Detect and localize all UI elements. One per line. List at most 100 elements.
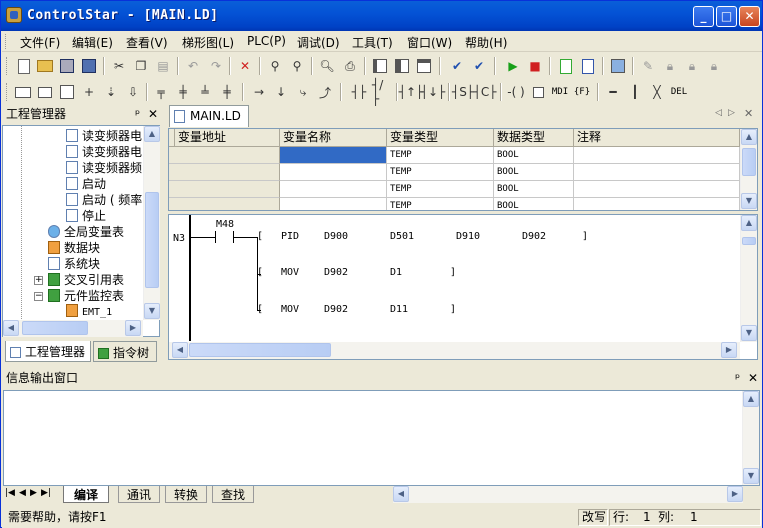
scroll-down-icon[interactable]: ▼	[741, 193, 757, 209]
table-cell[interactable]	[574, 198, 740, 210]
table-cell[interactable]: TEMP	[387, 164, 494, 181]
table-cell[interactable]	[169, 147, 280, 164]
column-header[interactable]: 变量名称	[280, 129, 387, 147]
view-layout-2-icon[interactable]	[393, 57, 411, 75]
scroll-thumb[interactable]	[742, 148, 756, 176]
panel-close-icon[interactable]: ✕	[148, 105, 158, 123]
scroll-right-icon[interactable]: ▶	[125, 320, 141, 336]
scroll-down-icon[interactable]: ▼	[144, 303, 160, 319]
ladder-editor[interactable]: N3 M48 [ PID D900 D501 D910 D902 ] [ MOV…	[168, 214, 758, 360]
output-text-area[interactable]: ▲ ▼	[3, 390, 760, 486]
tab-find[interactable]: 查找	[212, 486, 255, 503]
table-cell[interactable]: BOOL	[494, 147, 574, 164]
table-cell[interactable]	[280, 198, 387, 210]
tree-item[interactable]: 交叉引用表	[48, 272, 124, 288]
tab-nav-prev-icon[interactable]: ◁	[715, 108, 722, 118]
tree-item[interactable]: 启动 ( 频率	[66, 192, 142, 208]
ladder-vertical-scrollbar[interactable]: ▲ ▼	[740, 215, 757, 342]
collapse-icon[interactable]: −	[34, 292, 43, 301]
new-file-icon[interactable]	[15, 57, 33, 75]
tree-item[interactable]: 读变频器频	[66, 160, 142, 176]
branch-3-icon[interactable]: ╧	[196, 83, 214, 101]
tree-item[interactable]: EMT_1	[66, 304, 112, 320]
function-block-icon[interactable]	[529, 83, 547, 101]
scroll-up-icon[interactable]: ▲	[743, 391, 759, 407]
view-layout-1-icon[interactable]	[371, 57, 389, 75]
table-cell[interactable]: BOOL	[494, 198, 574, 210]
tree-item[interactable]: 数据块	[48, 240, 100, 256]
table-cell[interactable]	[169, 198, 280, 210]
upload-icon[interactable]	[579, 57, 597, 75]
line-down-icon[interactable]: ↓	[272, 83, 290, 101]
tree-item[interactable]: 读变频器电	[66, 128, 142, 144]
scroll-right-icon[interactable]: ▶	[721, 342, 737, 358]
title-bar[interactable]: ControlStar - [MAIN.LD] _ □ ✕	[1, 1, 762, 31]
table-cell[interactable]	[574, 181, 740, 198]
save-icon[interactable]	[58, 57, 76, 75]
vertical-line-icon[interactable]: ┃	[626, 83, 644, 101]
delete-line-icon[interactable]: ╳	[648, 83, 666, 101]
scroll-left-icon[interactable]: ◀	[3, 320, 19, 336]
instruction-op[interactable]: PID	[281, 231, 299, 242]
tree-horizontal-scrollbar[interactable]: ◀ ▶	[3, 320, 143, 337]
down-branch-icon[interactable]: ⇩	[124, 83, 142, 101]
table-cell[interactable]	[280, 181, 387, 198]
maximize-button[interactable]: □	[716, 6, 737, 27]
prev-tab-icon[interactable]: ◀	[19, 488, 26, 498]
mdi-icon[interactable]: MDI	[551, 83, 569, 101]
instruction-arg[interactable]: D902	[522, 231, 546, 242]
tab-close-icon[interactable]: ✕	[744, 107, 753, 120]
paste-icon[interactable]: ▤	[154, 57, 172, 75]
pin-icon[interactable]: ᵖ	[735, 369, 740, 387]
menu-file[interactable]: 文件(F)	[20, 34, 60, 51]
close-button[interactable]: ✕	[739, 6, 760, 27]
minimize-button[interactable]: _	[693, 6, 714, 27]
tab-convert[interactable]: 转换	[165, 486, 208, 503]
column-header[interactable]: 变量类型	[387, 129, 494, 147]
copy-icon[interactable]: ❐	[132, 57, 150, 75]
undo-icon[interactable]: ↶	[184, 57, 202, 75]
menu-ladder[interactable]: 梯形图(L)	[182, 34, 234, 51]
tab-project-manager[interactable]: 工程管理器	[5, 341, 91, 362]
menu-tools[interactable]: 工具(T)	[352, 34, 393, 51]
line-right-icon[interactable]: →	[250, 83, 268, 101]
instruction-arg[interactable]: D902	[324, 267, 348, 278]
reset-contact-icon[interactable]: ┤C├	[474, 83, 497, 101]
table-cell-selected[interactable]	[280, 147, 387, 164]
tab-instruction-tree[interactable]: 指令树	[93, 341, 157, 362]
expand-icon[interactable]: +	[34, 276, 43, 285]
tree-item[interactable]: 停止	[66, 208, 106, 224]
tab-nav-next-icon[interactable]: ▷	[728, 108, 735, 118]
table-cell[interactable]: TEMP	[387, 181, 494, 198]
output-horizontal-scrollbar[interactable]: ◀ ▶	[393, 486, 743, 503]
scroll-up-icon[interactable]: ▲	[741, 215, 757, 231]
instruction-arg[interactable]: D11	[390, 304, 408, 315]
save-all-icon[interactable]	[80, 57, 98, 75]
coil-icon[interactable]: -( )	[507, 83, 525, 101]
pin-icon[interactable]: ᵖ	[135, 105, 140, 123]
horizontal-line-icon[interactable]: ━	[604, 83, 622, 101]
rectangle-icon[interactable]	[58, 83, 76, 101]
table-cell[interactable]	[574, 147, 740, 164]
table-cell[interactable]: TEMP	[387, 198, 494, 210]
delete-icon[interactable]: ✕	[236, 57, 254, 75]
table-cell[interactable]	[574, 164, 740, 181]
box-icon[interactable]	[36, 83, 54, 101]
cross-icon[interactable]: +	[80, 83, 98, 101]
download-icon[interactable]	[557, 57, 575, 75]
find-icon[interactable]: ⚲	[266, 57, 284, 75]
instruction-arg[interactable]: D900	[324, 231, 348, 242]
scroll-thumb[interactable]	[742, 237, 756, 245]
line-down-right-icon[interactable]: ⤷	[294, 83, 312, 101]
menu-debug[interactable]: 调试(D)	[297, 34, 340, 51]
lock-icon[interactable]: 🔒︎	[661, 57, 679, 75]
column-header[interactable]: 数据类型	[494, 129, 574, 147]
menu-view[interactable]: 查看(V)	[126, 34, 168, 51]
table-cell[interactable]: BOOL	[494, 181, 574, 198]
scroll-down-icon[interactable]: ▼	[741, 325, 757, 341]
falling-edge-icon[interactable]: ┤↓├	[421, 83, 446, 101]
column-header[interactable]: 注释	[574, 129, 740, 147]
scroll-right-icon[interactable]: ▶	[727, 486, 743, 502]
first-tab-icon[interactable]: |◀	[5, 488, 15, 498]
scroll-up-icon[interactable]: ▲	[144, 126, 160, 142]
